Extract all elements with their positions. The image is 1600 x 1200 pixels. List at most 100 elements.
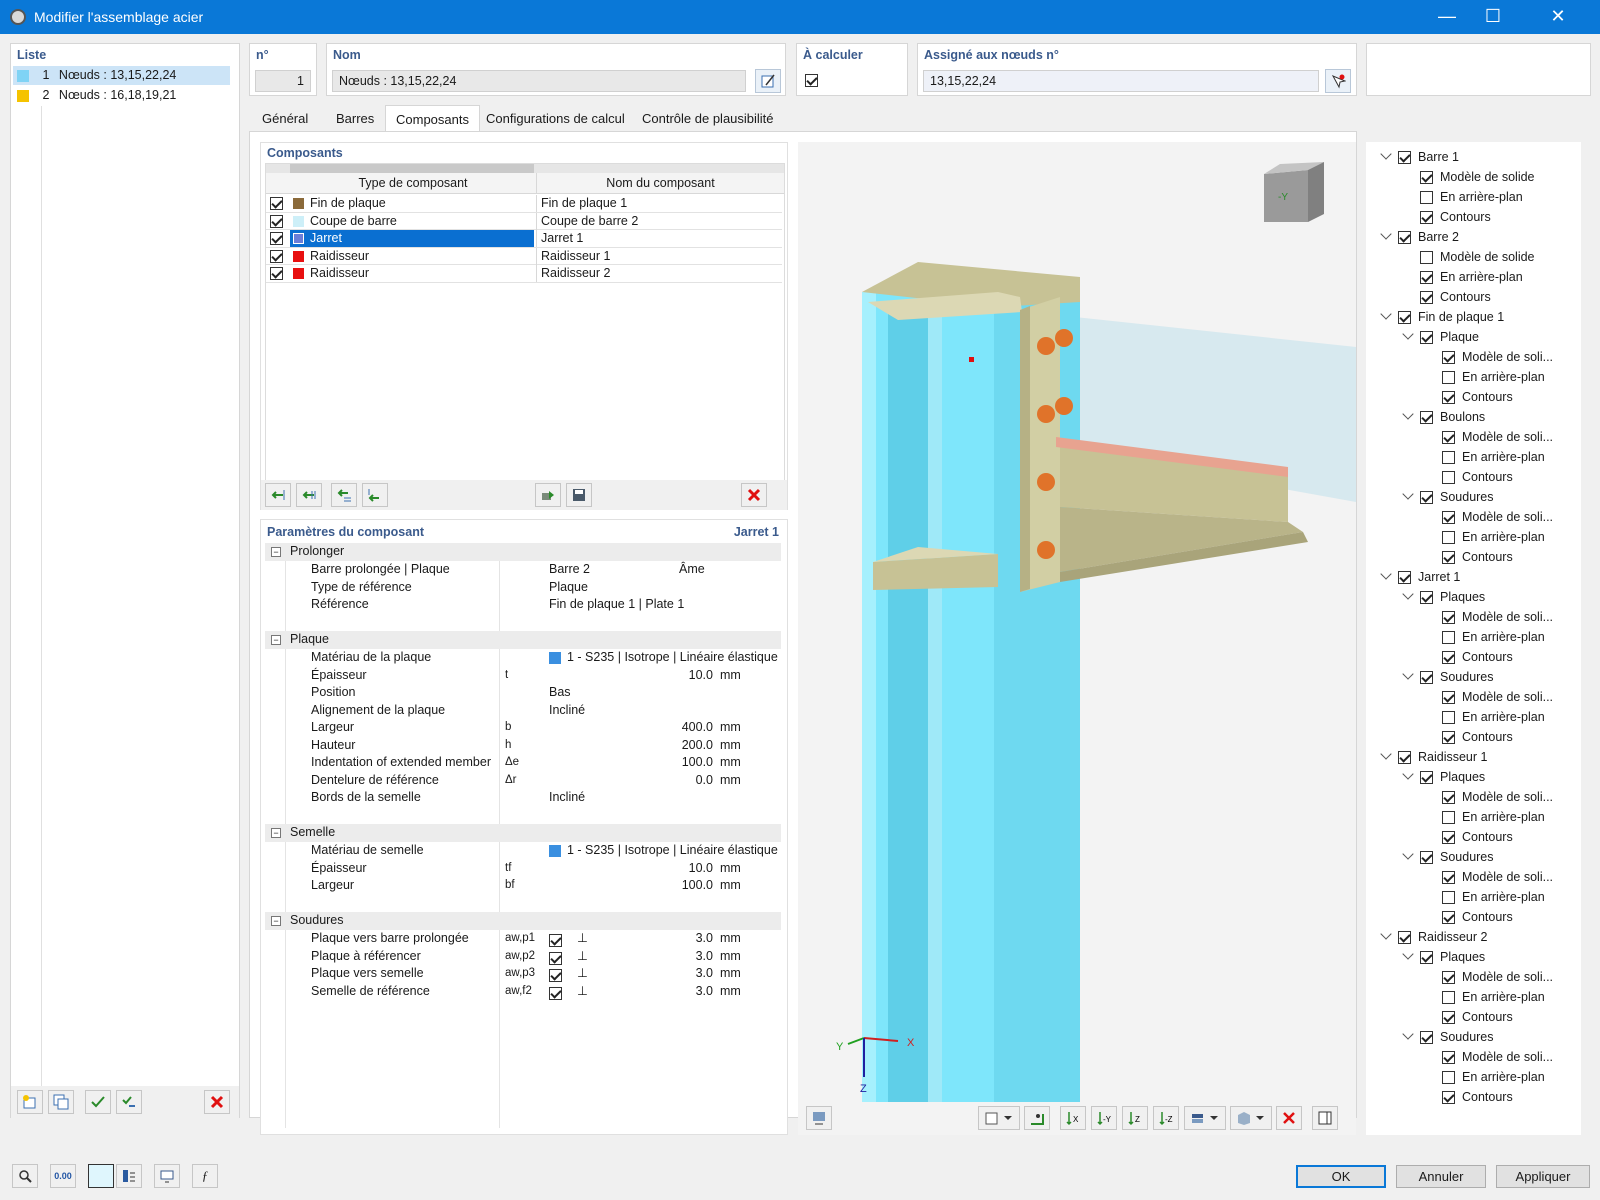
tree-checkbox[interactable] [1442, 911, 1455, 925]
assigned-field[interactable]: 13,15,22,24 [923, 70, 1319, 92]
param-row[interactable]: Barre prolongée | Plaque Barre 2 Âme [265, 561, 781, 579]
tree-item-contours[interactable]: Contours [1442, 828, 1513, 848]
check-all-icon[interactable] [85, 1090, 111, 1114]
toggle-check-icon[interactable] [116, 1090, 142, 1114]
display-icon[interactable] [154, 1164, 180, 1188]
tree-checkbox[interactable] [1442, 431, 1455, 445]
tree-item-plaques[interactable]: Plaques [1402, 948, 1485, 968]
tree-item-contours[interactable]: Contours [1420, 208, 1491, 228]
table-row[interactable]: Fin de plaque Fin de plaque 1 [266, 195, 782, 213]
param-row[interactable]: Indentation of extended member Δe 100.0 mm [265, 754, 781, 772]
tab-barres[interactable]: Barres [326, 105, 384, 132]
group-plaque[interactable]: − Plaque [265, 631, 781, 649]
tab-configurations[interactable]: Configurations de calcul [476, 105, 635, 132]
param-row[interactable]: Épaisseur t 10.0 mm [265, 667, 781, 685]
tree-checkbox[interactable] [1442, 891, 1455, 905]
tree-checkbox[interactable] [1442, 971, 1455, 985]
minimize-button[interactable]: — [1424, 0, 1470, 34]
param-row[interactable]: Matériau de semelle 1 - S235 | Isotrope |… [265, 842, 781, 860]
tree-item-arriere[interactable]: En arrière-plan [1442, 1068, 1545, 1088]
move-up-icon[interactable] [331, 483, 357, 507]
tree-item-contours[interactable]: Contours [1442, 1088, 1513, 1108]
tree-item-contours[interactable]: Contours [1442, 468, 1513, 488]
tree-item-plaque[interactable]: Plaque [1402, 328, 1479, 348]
tree-item-arriere[interactable]: En arrière-plan [1442, 368, 1545, 388]
weld-symbol-icon[interactable]: ⊥ [577, 965, 588, 983]
number-field[interactable]: 1 [255, 70, 311, 92]
tree-item-solide-short[interactable]: Modèle de soli... [1442, 428, 1553, 448]
tab-plausibilite[interactable]: Contrôle de plausibilité [632, 105, 784, 132]
chevron-down-icon[interactable] [1380, 928, 1392, 940]
chevron-down-icon[interactable] [1380, 748, 1392, 760]
move-left-all-icon[interactable] [296, 483, 322, 507]
tree-item-solide-short[interactable]: Modèle de soli... [1442, 968, 1553, 988]
tree-checkbox[interactable] [1442, 611, 1455, 625]
tree-checkbox[interactable] [1442, 631, 1455, 645]
tree-checkbox[interactable] [1420, 291, 1433, 305]
tree-checkbox[interactable] [1398, 231, 1411, 245]
tree-item-plaques[interactable]: Plaques [1402, 588, 1485, 608]
tree-item-boulons[interactable]: Boulons [1402, 408, 1485, 428]
layers-icon[interactable] [1184, 1106, 1226, 1130]
tree-item-solide[interactable]: Modèle de solide [1420, 248, 1535, 268]
tree-item-contours[interactable]: Contours [1442, 1008, 1513, 1028]
tree-checkbox[interactable] [1442, 1011, 1455, 1025]
chevron-down-icon[interactable] [1380, 148, 1392, 160]
tree-item-barre1[interactable]: Barre 1 [1380, 148, 1459, 168]
tree-checkbox[interactable] [1442, 1071, 1455, 1085]
tree-checkbox[interactable] [1420, 271, 1433, 285]
weld-symbol-icon[interactable]: ⊥ [577, 948, 588, 966]
chevron-down-icon[interactable] [1380, 568, 1392, 580]
tree-item-barre2[interactable]: Barre 2 [1380, 228, 1459, 248]
tree-checkbox[interactable] [1442, 531, 1455, 545]
tree-item-finplaque[interactable]: Fin de plaque 1 [1380, 308, 1504, 328]
visibility-icon[interactable] [1024, 1106, 1050, 1130]
table-row[interactable]: Jarret Jarret 1 [266, 230, 782, 248]
render-mode-icon[interactable] [978, 1106, 1020, 1130]
tree-item-arriere[interactable]: En arrière-plan [1420, 268, 1523, 288]
tree-checkbox[interactable] [1442, 651, 1455, 665]
table-row[interactable]: Raidisseur Raidisseur 2 [266, 265, 782, 283]
tree-item-soudures[interactable]: Soudures [1402, 668, 1494, 688]
tree-item-raid2[interactable]: Raidisseur 2 [1380, 928, 1487, 948]
tree-item-solide-short[interactable]: Modèle de soli... [1442, 788, 1553, 808]
move-down-icon[interactable] [362, 483, 388, 507]
tree-checkbox[interactable] [1442, 1091, 1455, 1105]
tree-item-solide-short[interactable]: Modèle de soli... [1442, 508, 1553, 528]
tree-item-jarret[interactable]: Jarret 1 [1380, 568, 1460, 588]
delete-item-icon[interactable] [204, 1090, 230, 1114]
tree-checkbox[interactable] [1442, 351, 1455, 365]
param-row[interactable]: Matériau de la plaque 1 - S235 | Isotrope… [265, 649, 781, 667]
name-field[interactable]: Nœuds : 13,15,22,24 [332, 70, 746, 92]
tree-item-solide[interactable]: Modèle de solide [1420, 168, 1535, 188]
tab-composants[interactable]: Composants [385, 105, 480, 132]
move-left-icon[interactable] [265, 483, 291, 507]
chevron-down-icon[interactable] [1402, 768, 1414, 780]
search-icon[interactable] [12, 1164, 38, 1188]
tree-checkbox[interactable] [1420, 591, 1433, 605]
tree-item-contours[interactable]: Contours [1442, 388, 1513, 408]
tree-item-arriere[interactable]: En arrière-plan [1442, 888, 1545, 908]
row-checkbox[interactable] [270, 232, 283, 245]
param-row[interactable]: Largeur b 400.0 mm [265, 719, 781, 737]
row-checkbox[interactable] [270, 197, 283, 210]
tree-item-soudures[interactable]: Soudures [1402, 1028, 1494, 1048]
weld-symbol-icon[interactable]: ⊥ [577, 930, 588, 948]
group-soudures[interactable]: − Soudures [265, 912, 781, 930]
param-row[interactable]: Type de référence Plaque [265, 579, 781, 597]
tree-checkbox[interactable] [1420, 251, 1433, 265]
tree-item-contours[interactable]: Contours [1442, 648, 1513, 668]
weld-checkbox[interactable] [549, 934, 562, 948]
view-neg-z-icon[interactable]: -Z [1153, 1106, 1179, 1130]
weld-checkbox[interactable] [549, 951, 562, 965]
apply-button[interactable]: Appliquer [1496, 1165, 1590, 1188]
close-button[interactable]: ✕ [1516, 0, 1600, 34]
tree-item-contours[interactable]: Contours [1442, 548, 1513, 568]
tree-checkbox[interactable] [1398, 751, 1411, 765]
display-options-icon[interactable] [806, 1106, 832, 1130]
group-prolonger[interactable]: − Prolonger [265, 543, 781, 561]
tree-item-arriere[interactable]: En arrière-plan [1442, 628, 1545, 648]
info-icon[interactable] [116, 1164, 142, 1188]
param-row[interactable]: Dentelure de référence Δr 0.0 mm [265, 772, 781, 790]
param-row[interactable]: Bords de la semelle Incliné [265, 789, 781, 807]
